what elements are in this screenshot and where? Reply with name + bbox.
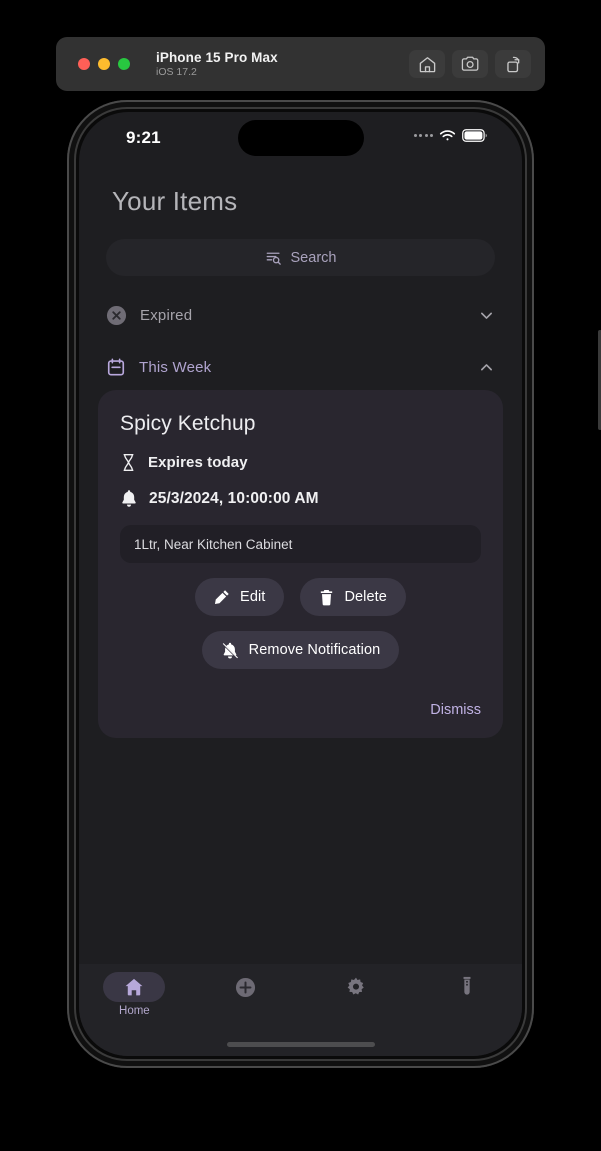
rotate-button[interactable] bbox=[495, 50, 531, 78]
device-screen: 9:21 Your Items Search Expired This Week… bbox=[79, 112, 522, 1056]
item-note-field[interactable]: 1Ltr, Near Kitchen Cabinet bbox=[120, 525, 481, 563]
trash-icon bbox=[321, 589, 333, 605]
status-bar-indicators bbox=[413, 129, 489, 142]
section-label-expired: Expired bbox=[140, 306, 193, 324]
circle-x-icon bbox=[106, 305, 127, 325]
sidebar-item-this-week[interactable]: This Week bbox=[106, 354, 495, 380]
nav-item-test-tube[interactable] bbox=[411, 972, 522, 1002]
search-bar[interactable]: Search bbox=[106, 239, 495, 276]
nav-item-settings[interactable] bbox=[301, 972, 412, 1002]
window-traffic-lights[interactable] bbox=[78, 58, 130, 70]
nav-item-home[interactable]: Home bbox=[79, 972, 190, 1017]
close-window-button[interactable] bbox=[78, 58, 90, 70]
test-tube-icon bbox=[463, 976, 471, 995]
chevron-down-icon[interactable] bbox=[478, 307, 495, 324]
screenshot-root: iPhone 15 Pro Max iOS 17.2 9:21 Your Ite… bbox=[0, 0, 601, 1151]
simulator-toolbar bbox=[409, 50, 531, 78]
item-title: Spicy Ketchup bbox=[120, 412, 256, 435]
nav-item-home-label: Home bbox=[119, 1005, 150, 1017]
delete-button-label: Delete bbox=[344, 589, 387, 605]
item-expiry-row: Expires today bbox=[120, 453, 481, 472]
edit-button-label: Edit bbox=[240, 589, 266, 605]
home-indicator bbox=[226, 1042, 375, 1047]
nav-add-pill bbox=[214, 972, 276, 1002]
item-action-row-secondary: Remove Notification bbox=[120, 631, 481, 669]
edit-button[interactable]: Edit bbox=[195, 578, 285, 616]
item-note-text: 1Ltr, Near Kitchen Cabinet bbox=[134, 536, 293, 552]
item-action-row-primary: Edit Delete bbox=[120, 578, 481, 616]
screenshot-button[interactable] bbox=[452, 50, 488, 78]
item-expiry-text: Expires today bbox=[148, 454, 248, 471]
page-title: Your Items bbox=[112, 186, 238, 216]
pencil-icon bbox=[215, 590, 229, 605]
simulator-device-name: iPhone 15 Pro Max bbox=[156, 49, 278, 65]
dismiss-row: Dismiss bbox=[120, 702, 481, 718]
chevron-up-icon[interactable] bbox=[478, 359, 495, 376]
remove-notification-button-label: Remove Notification bbox=[248, 642, 381, 658]
simulator-os-version: iOS 17.2 bbox=[156, 65, 197, 78]
nav-settings-pill bbox=[325, 972, 387, 1002]
home-filled-icon bbox=[125, 978, 143, 996]
hourglass-icon bbox=[123, 454, 134, 471]
item-card: Spicy Ketchup Expires today 25/3/2024, 1… bbox=[98, 390, 503, 738]
wifi-icon bbox=[439, 130, 456, 141]
home-button[interactable] bbox=[409, 50, 445, 78]
search-label: Search bbox=[290, 249, 337, 266]
battery-icon bbox=[462, 129, 487, 142]
sidebar-item-expired[interactable]: Expired bbox=[106, 302, 495, 328]
nav-item-add[interactable] bbox=[190, 972, 301, 1002]
text-search-icon bbox=[266, 252, 281, 265]
simulator-device-info: iPhone 15 Pro Max iOS 17.2 bbox=[156, 50, 278, 79]
simulator-titlebar: iPhone 15 Pro Max iOS 17.2 bbox=[56, 37, 545, 91]
status-bar: 9:21 bbox=[79, 112, 522, 168]
item-notification-text: 25/3/2024, 10:00:00 AM bbox=[149, 489, 319, 507]
bell-off-icon bbox=[221, 642, 238, 659]
dynamic-island bbox=[237, 120, 364, 156]
minimize-window-button[interactable] bbox=[98, 58, 110, 70]
iphone-device-frame: 9:21 Your Items Search Expired This Week… bbox=[67, 100, 601, 1068]
remove-notification-button[interactable]: Remove Notification bbox=[201, 631, 400, 669]
cellular-dots-icon bbox=[413, 134, 433, 137]
bell-icon bbox=[122, 490, 136, 507]
nav-home-indicator-pill bbox=[103, 972, 166, 1002]
gear-icon bbox=[347, 977, 364, 995]
status-bar-clock: 9:21 bbox=[126, 128, 161, 147]
zoom-window-button[interactable] bbox=[118, 58, 130, 70]
section-label-this-week: This Week bbox=[139, 358, 212, 376]
delete-button[interactable]: Delete bbox=[300, 578, 406, 616]
calendar-icon bbox=[107, 358, 125, 376]
nav-test-tube-pill bbox=[436, 972, 498, 1002]
dismiss-button[interactable]: Dismiss bbox=[430, 702, 481, 718]
plus-circle-icon bbox=[235, 977, 255, 997]
item-notification-row: 25/3/2024, 10:00:00 AM bbox=[120, 489, 481, 508]
